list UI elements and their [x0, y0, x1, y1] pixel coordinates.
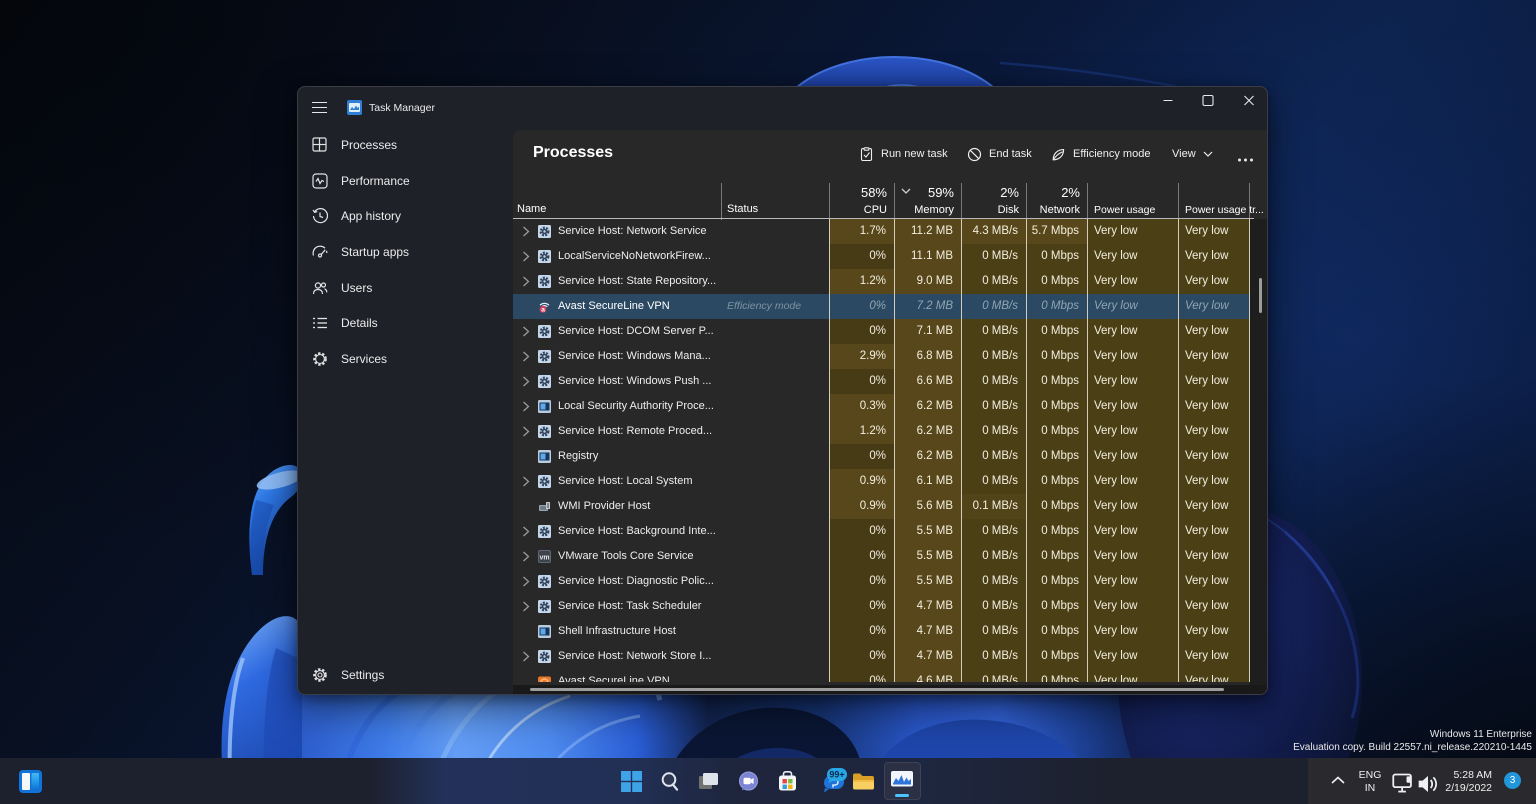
svg-text:99+: 99+ [829, 770, 844, 780]
